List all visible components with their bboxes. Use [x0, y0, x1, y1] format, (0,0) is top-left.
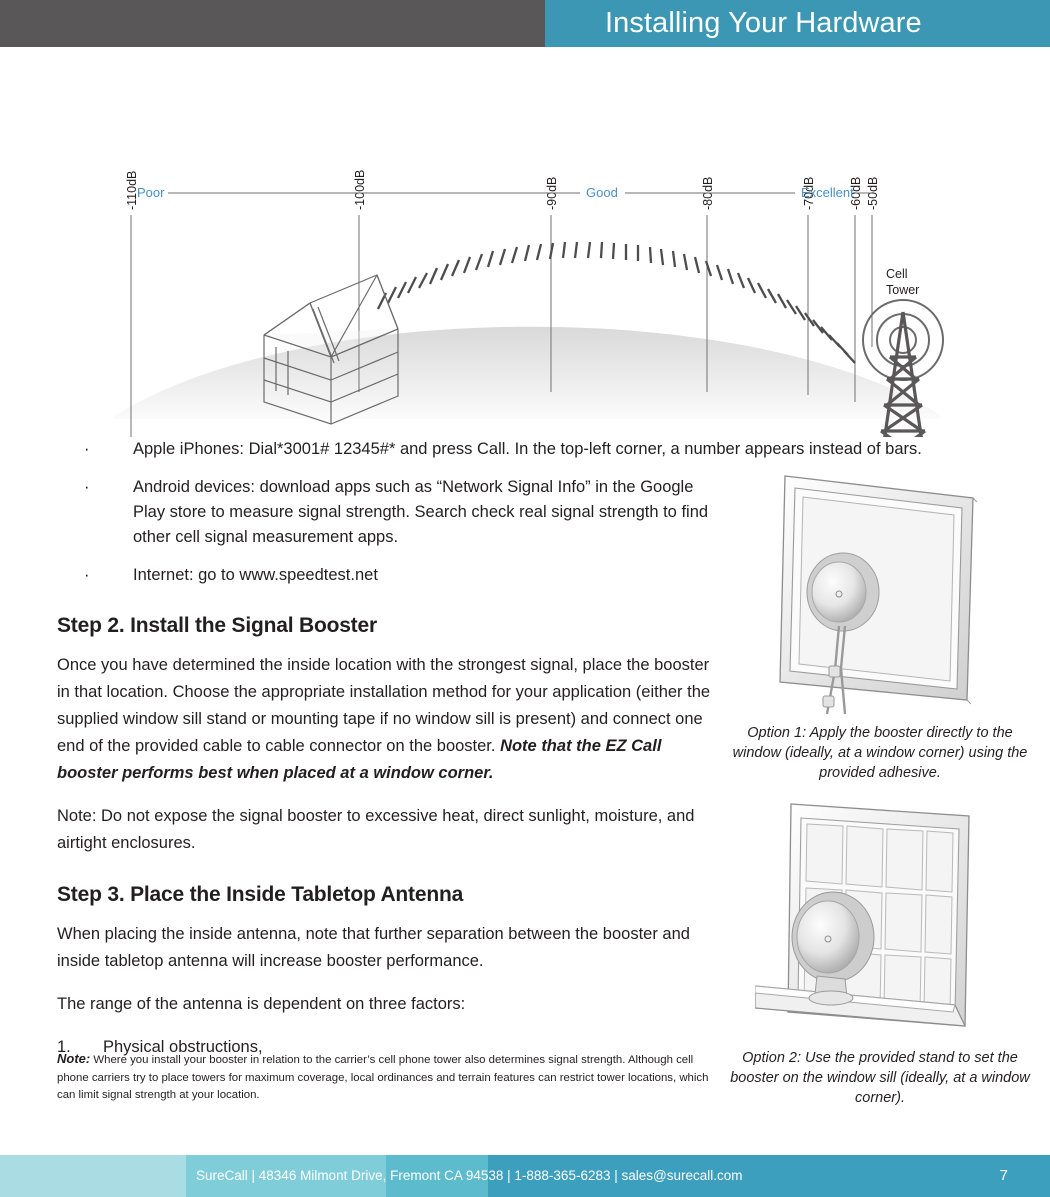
bullet-marker: · — [84, 478, 90, 496]
figure-option-1: Option 1: Apply the booster directly to … — [730, 470, 1030, 783]
header-accent-block: Installing Your Hardware — [545, 0, 1050, 47]
booster-stand-base — [808, 990, 854, 1006]
scale-labels: -110dB -100dB -90dB -80dB -70dB -60dB -5… — [125, 170, 880, 210]
list-item: · Apple iPhones: Dial*3001# 12345#* and … — [57, 437, 1033, 462]
step-2-heading: Step 2. Install the Signal Booster — [57, 614, 377, 637]
window-sill-stand-illustration — [755, 803, 970, 1027]
header-dark-block — [0, 0, 545, 47]
step-2-note: Note: Do not expose the signal booster t… — [57, 807, 695, 852]
scale-label-1: -100dB — [353, 170, 367, 210]
list-item: · Internet: go to www.speedtest.net — [57, 563, 717, 588]
footnote-text: Where you install your booster in relati… — [57, 1054, 709, 1101]
list-item: · Android devices: download apps such as… — [57, 475, 717, 550]
page-footer: SureCall | 48346 Milmont Drive, Fremont … — [0, 1155, 1050, 1197]
step-2-paragraph: Once you have determined the inside loca… — [57, 652, 717, 787]
footer-band-1 — [0, 1155, 186, 1197]
footnote-label: Note: — [57, 1051, 91, 1066]
bullet-marker: · — [84, 440, 90, 458]
main-content: · Apple iPhones: Dial*3001# 12345#* and … — [57, 437, 922, 1061]
measurement-methods-list: · Apple iPhones: Dial*3001# 12345#* and … — [57, 437, 922, 588]
quality-label-poor: Poor — [137, 185, 165, 200]
bullet-marker: · — [84, 566, 90, 584]
step-3-paragraph-1: When placing the inside antenna, note th… — [57, 925, 690, 970]
ground-hill — [113, 326, 940, 419]
cell-tower-label-line1: Cell — [886, 267, 908, 281]
window-adhesive-illustration — [779, 475, 978, 715]
step-3-paragraph-2: The range of the antenna is dependent on… — [57, 995, 466, 1013]
cable-connector-1 — [828, 665, 841, 678]
list-item-text: Apple iPhones: Dial*3001# 12345#* and pr… — [133, 440, 922, 458]
cell-tower-label: Cell Tower — [886, 267, 919, 297]
list-item-text: Internet: go to www.speedtest.net — [133, 566, 378, 584]
cell-tower-label-line2: Tower — [886, 283, 919, 297]
cable-connector-2 — [822, 695, 835, 708]
page-number: 7 — [999, 1167, 1008, 1184]
step-3-heading: Step 3. Place the Inside Tabletop Antenn… — [57, 883, 464, 906]
tower-structure — [880, 311, 926, 437]
footer-contact-info: SureCall | 48346 Milmont Drive, Fremont … — [196, 1168, 743, 1183]
quality-label-excellent: Excellent — [801, 185, 854, 200]
page-title: Installing Your Hardware — [605, 7, 922, 39]
list-item-text: Android devices: download apps such as “… — [133, 478, 709, 546]
figure-1-caption: Option 1: Apply the booster directly to … — [732, 725, 1028, 781]
signal-strength-diagram: -110dB -100dB -90dB -80dB -70dB -60dB -5… — [0, 47, 1050, 437]
page-header: Installing Your Hardware — [0, 0, 1050, 47]
booster-disc-inner — [811, 561, 867, 623]
quality-label-good: Good — [586, 185, 618, 200]
page-footnote: Note: Where you install your booster in … — [57, 1050, 719, 1105]
booster-disc-inner — [796, 900, 860, 974]
figure-2-caption: Option 2: Use the provided stand to set … — [730, 1050, 1030, 1106]
figure-option-2: Option 2: Use the provided stand to set … — [730, 800, 1030, 1108]
